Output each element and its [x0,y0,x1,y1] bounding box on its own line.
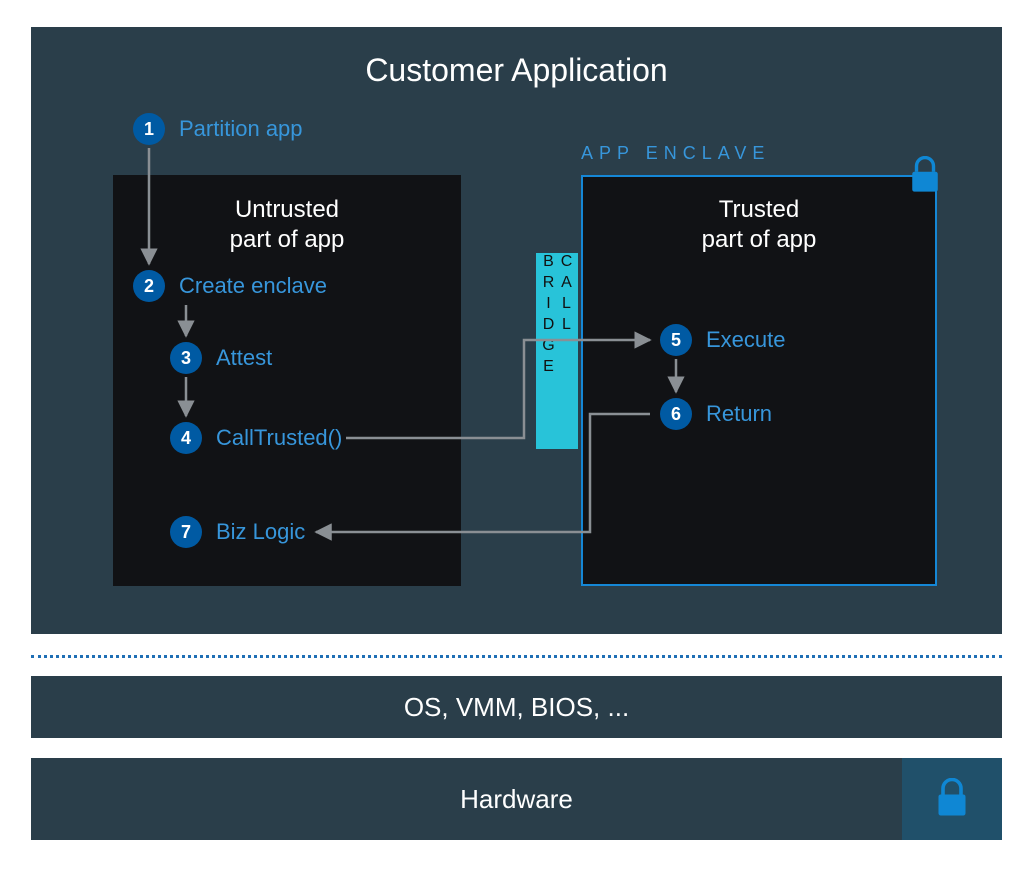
trusted-title-line2: part of app [702,226,817,253]
hardware-bar-label: Hardware [460,784,573,815]
step-6-badge: 6 [660,398,692,430]
diagram-canvas: Customer Application Untrusted part of a… [0,0,1033,870]
step-7-label: Biz Logic [216,519,305,545]
step-2: 2 Create enclave [133,270,327,302]
trusted-panel-title: Trusted part of app [581,195,937,255]
step-2-badge: 2 [133,270,165,302]
step-4: 4 CallTrusted() [170,422,342,454]
step-7: 7 Biz Logic [170,516,305,548]
step-3: 3 Attest [170,342,272,374]
untrusted-title-line2: part of app [230,226,345,253]
step-3-badge: 3 [170,342,202,374]
step-3-label: Attest [216,345,272,371]
hardware-bar: Hardware [31,758,1002,840]
step-5: 5 Execute [660,324,786,356]
hardware-lock-box [902,758,1002,840]
call-bridge: CALL BRIDGE [536,253,578,449]
step-5-label: Execute [706,327,786,353]
step-5-badge: 5 [660,324,692,356]
step-1-label: Partition app [179,116,303,142]
customer-application-title: Customer Application [31,52,1002,89]
lock-icon [908,156,942,196]
lock-icon [934,778,970,820]
os-bar-label: OS, VMM, BIOS, ... [404,692,629,723]
step-6-label: Return [706,401,772,427]
step-1-badge: 1 [133,113,165,145]
app-enclave-label: APP ENCLAVE [581,143,770,164]
step-7-badge: 7 [170,516,202,548]
untrusted-panel-title: Untrusted part of app [113,195,461,255]
step-6: 6 Return [660,398,772,430]
step-4-badge: 4 [170,422,202,454]
os-bar: OS, VMM, BIOS, ... [31,676,1002,738]
step-2-label: Create enclave [179,273,327,299]
step-4-label: CallTrusted() [216,425,342,451]
call-bridge-label: CALL BRIDGE [539,253,575,449]
dotted-divider [31,655,1002,658]
untrusted-title-line1: Untrusted [235,196,339,223]
step-1: 1 Partition app [133,113,303,145]
trusted-title-line1: Trusted [719,196,799,223]
